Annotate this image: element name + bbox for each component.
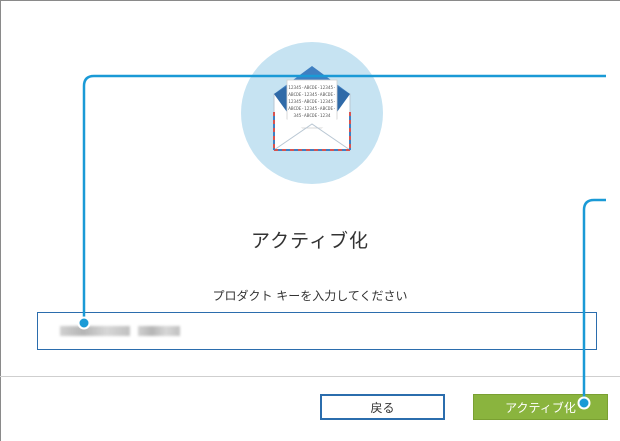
envelope-icon: 12345-ABCDE-12345- ABCDE-12345-ABCDE- 12… [241,42,383,184]
activate-button[interactable]: アクティブ化 [473,394,608,420]
card-line-2: ABCDE-12345-ABCDE- [288,92,336,98]
window-border-left [0,0,1,441]
window-border-top [0,0,620,1]
product-key-input[interactable] [37,312,597,350]
back-button[interactable]: 戻る [320,394,445,420]
card-line-5: 345-ABCDE-1234 [293,113,330,119]
obscured-key-segment-1 [60,326,130,336]
card-line-4: ABCDE-12345-ABCDE- [288,106,336,112]
dialog-title: アクティブ化 [251,230,369,252]
activation-dialog: 12345-ABCDE-12345- ABCDE-12345-ABCDE- 12… [0,0,620,441]
card-line-3: 12345-ABCDE-12345- [288,99,336,105]
obscured-key-segment-2 [138,326,180,336]
dialog-subtitle: プロダクト キーを入力してください [212,289,408,303]
footer-divider [0,376,620,377]
card-line-1: 12345-ABCDE-12345- [288,85,336,91]
